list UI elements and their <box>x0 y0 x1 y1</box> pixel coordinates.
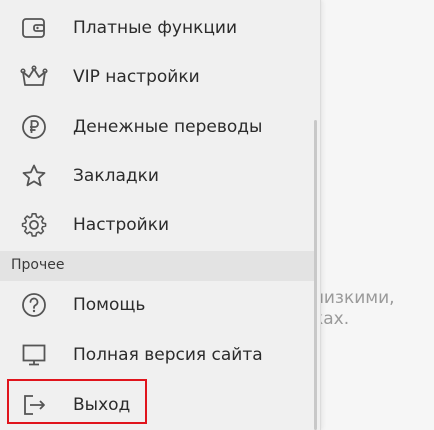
navigation-drawer: Платные функции VIP настройки Денежные п… <box>0 0 321 430</box>
scrollbar[interactable] <box>314 120 317 430</box>
menu-item-money-transfers[interactable]: Денежные переводы <box>0 103 312 151</box>
menu-item-bookmarks[interactable]: Закладки <box>0 152 312 200</box>
help-icon <box>20 291 48 319</box>
app-screen: лизкими, ках. Платные функции VIP настро… <box>0 0 434 430</box>
section-header-label: Прочее <box>11 257 65 273</box>
background-content <box>322 0 434 430</box>
menu-item-label: Полная версия сайта <box>73 345 263 365</box>
menu-item-full-site[interactable]: Полная версия сайта <box>0 331 312 379</box>
monitor-icon <box>20 341 48 369</box>
gear-icon <box>20 211 48 239</box>
crown-icon <box>20 63 48 91</box>
ruble-icon <box>20 113 48 141</box>
menu-item-label: Настройки <box>73 215 170 235</box>
logout-highlight-frame <box>7 379 147 424</box>
star-icon <box>20 162 48 190</box>
background-partial-text: лизкими, ках. <box>313 288 395 329</box>
menu-item-vip-settings[interactable]: VIP настройки <box>0 53 312 101</box>
menu-item-help[interactable]: Помощь <box>0 281 312 329</box>
wallet-icon <box>20 14 48 42</box>
menu-item-label: Платные функции <box>73 18 238 38</box>
menu-item-label: Денежные переводы <box>73 117 263 137</box>
menu-item-label: Закладки <box>73 166 159 186</box>
menu-item-paid-features[interactable]: Платные функции <box>0 4 312 52</box>
section-header-other: Прочее <box>0 251 314 281</box>
menu-item-label: VIP настройки <box>73 67 200 87</box>
menu-item-settings[interactable]: Настройки <box>0 201 312 249</box>
menu-item-label: Помощь <box>73 295 146 315</box>
